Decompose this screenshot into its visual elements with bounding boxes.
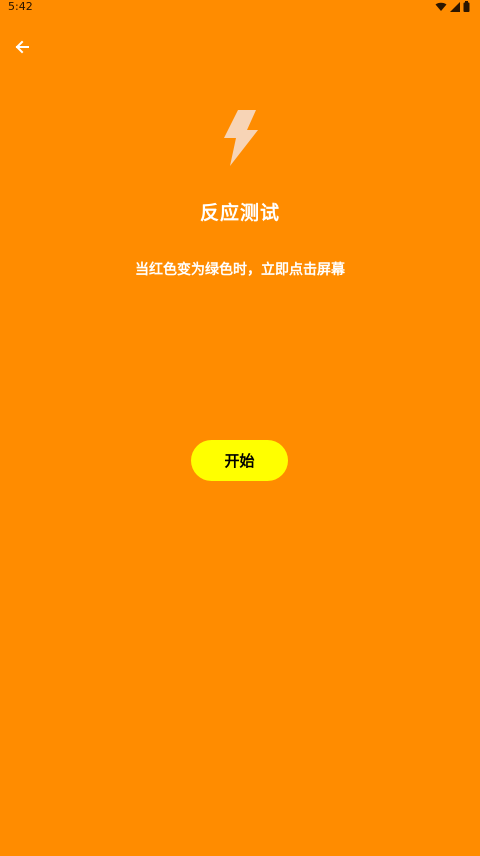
- signal-icon: [450, 1, 460, 16]
- start-button[interactable]: 开始: [191, 440, 288, 481]
- battery-icon: [463, 1, 470, 16]
- wifi-icon: [435, 2, 447, 16]
- page-title: 反应测试: [199, 202, 280, 224]
- status-bar: 5:42: [0, 0, 480, 14]
- instruction-text: 当红色变为绿色时，立即点击屏幕: [135, 262, 345, 278]
- back-button[interactable]: [10, 37, 34, 61]
- status-time: 5:42: [8, 0, 33, 13]
- lightning-icon: [218, 108, 262, 168]
- status-icons: [435, 1, 470, 16]
- arrow-left-icon: [14, 39, 30, 59]
